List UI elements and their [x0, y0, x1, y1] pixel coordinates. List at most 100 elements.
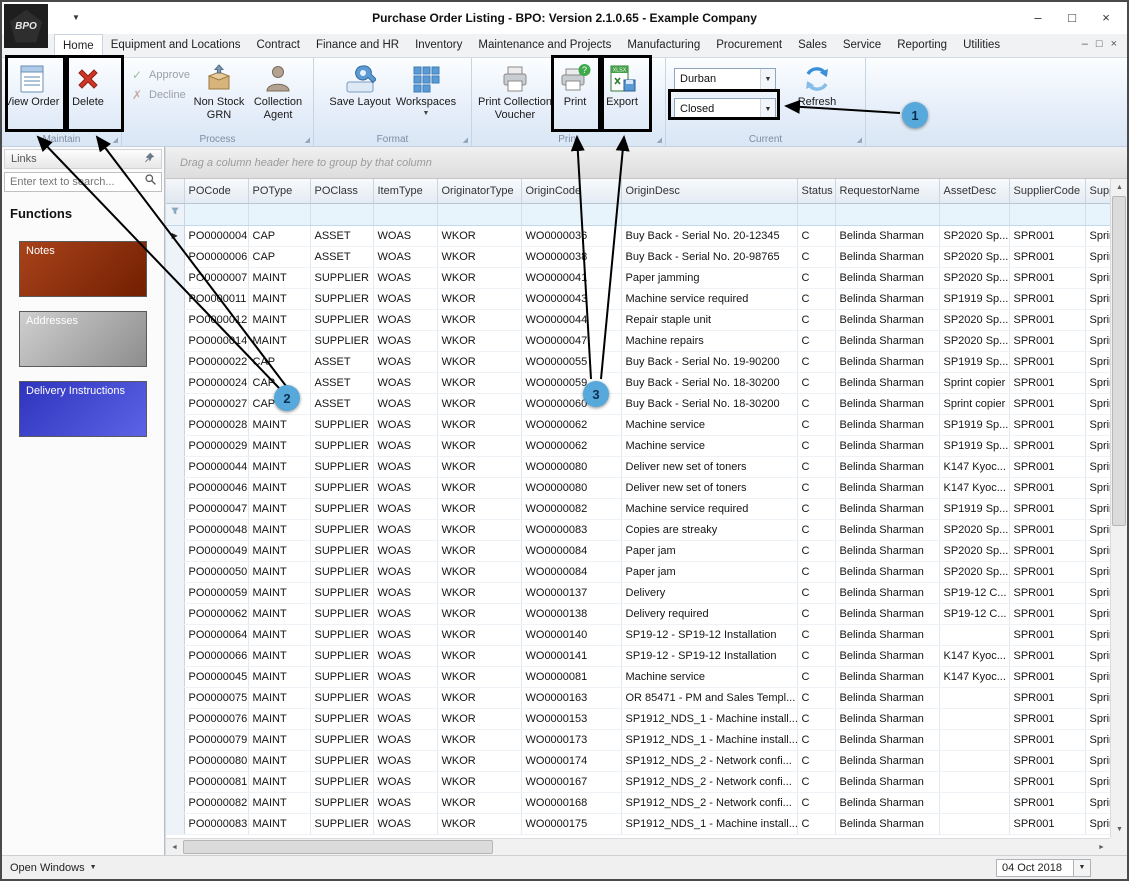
cell-pocode[interactable]: PO0000028 — [184, 414, 249, 436]
cell-requestorname[interactable]: Belinda Sharman — [835, 666, 940, 688]
table-row[interactable]: PO0000062 MAINT SUPPLIER WOAS WKOR WO0000138 D… — [166, 603, 1110, 625]
cell-itemtype[interactable]: WOAS — [373, 792, 438, 814]
table-row[interactable]: PO0000011 MAINT SUPPLIER WOAS WKOR WO0000043 M… — [166, 288, 1110, 310]
cell-potype[interactable]: MAINT — [248, 666, 311, 688]
cell-suppliercode[interactable]: SPR001 — [1009, 393, 1086, 415]
cell-poclass[interactable]: SUPPLIER — [310, 414, 374, 436]
open-windows-button[interactable]: Open Windows ▼ — [10, 862, 97, 874]
cell-origindesc[interactable]: Buy Back - Serial No. 20-98765 — [621, 246, 798, 268]
cell-suppliern[interactable]: Sprint — [1085, 477, 1110, 499]
cell-suppliercode[interactable]: SPR001 — [1009, 813, 1086, 835]
cell-origincode[interactable]: WO0000084 — [521, 561, 622, 583]
cell-pocode[interactable]: PO0000011 — [184, 288, 249, 310]
tab-home[interactable]: Home — [54, 34, 103, 58]
cell-pocode[interactable]: PO0000014 — [184, 330, 249, 352]
cell-status[interactable]: C — [797, 267, 836, 289]
cell-assetdesc[interactable]: K147 Kyoc... — [939, 645, 1010, 667]
cell-potype[interactable]: MAINT — [248, 687, 311, 709]
cell-originatortype[interactable]: WKOR — [437, 309, 522, 331]
minimize-button[interactable]: – — [1023, 6, 1053, 28]
table-row[interactable]: PO0000027 CAP ASSET WOAS WKOR WO0000060 Buy Ba… — [166, 393, 1110, 415]
group-by-bar[interactable]: Drag a column header here to group by th… — [166, 147, 1127, 179]
cell-origindesc[interactable]: SP1912_NDS_1 - Machine install... — [621, 708, 798, 730]
cell-suppliercode[interactable]: SPR001 — [1009, 771, 1086, 793]
table-row[interactable]: PO0000044 MAINT SUPPLIER WOAS WKOR WO0000080 D… — [166, 456, 1110, 478]
cell-origincode[interactable]: WO0000044 — [521, 309, 622, 331]
cell-status[interactable]: C — [797, 687, 836, 709]
cell-pocode[interactable]: PO0000007 — [184, 267, 249, 289]
column-header-suppliern[interactable]: SupplierN — [1085, 179, 1110, 204]
column-header-originatortype[interactable]: OriginatorType — [437, 179, 522, 204]
cell-origindesc[interactable]: Machine service — [621, 435, 798, 457]
cell-origindesc[interactable]: Deliver new set of toners — [621, 477, 798, 499]
dialog-launcher-icon[interactable]: ◢ — [657, 136, 662, 144]
table-row[interactable]: PO0000076 MAINT SUPPLIER WOAS WKOR WO0000153 S… — [166, 708, 1110, 730]
filter-cell-requestorname[interactable] — [835, 203, 940, 226]
cell-origincode[interactable]: WO0000080 — [521, 477, 622, 499]
cell-suppliercode[interactable]: SPR001 — [1009, 498, 1086, 520]
cell-suppliern[interactable]: Sprint — [1085, 561, 1110, 583]
cell-potype[interactable]: MAINT — [248, 477, 311, 499]
cell-originatortype[interactable]: WKOR — [437, 750, 522, 772]
cell-suppliern[interactable]: Sprint — [1085, 225, 1110, 247]
cell-poclass[interactable]: SUPPLIER — [310, 624, 374, 646]
cell-requestorname[interactable]: Belinda Sharman — [835, 729, 940, 751]
cell-potype[interactable]: MAINT — [248, 288, 311, 310]
column-header-origincode[interactable]: OriginCode — [521, 179, 622, 204]
cell-status[interactable]: C — [797, 582, 836, 604]
cell-suppliern[interactable]: Sprint — [1085, 771, 1110, 793]
cell-status[interactable]: C — [797, 540, 836, 562]
cell-assetdesc[interactable]: Sprint copier — [939, 372, 1010, 394]
cell-poclass[interactable]: ASSET — [310, 225, 374, 247]
cell-poclass[interactable]: SUPPLIER — [310, 267, 374, 289]
cell-suppliern[interactable]: Sprint — [1085, 330, 1110, 352]
cell-itemtype[interactable]: WOAS — [373, 414, 438, 436]
cell-suppliern[interactable]: Sprint — [1085, 645, 1110, 667]
cell-requestorname[interactable]: Belinda Sharman — [835, 393, 940, 415]
cell-potype[interactable]: MAINT — [248, 498, 311, 520]
cell-suppliern[interactable]: Sprint — [1085, 309, 1110, 331]
chevron-down-icon[interactable]: ▼ — [760, 99, 775, 119]
cell-suppliercode[interactable]: SPR001 — [1009, 582, 1086, 604]
cell-suppliercode[interactable]: SPR001 — [1009, 456, 1086, 478]
cell-itemtype[interactable]: WOAS — [373, 813, 438, 835]
cell-origincode[interactable]: WO0000055 — [521, 351, 622, 373]
table-row[interactable]: PO0000029 MAINT SUPPLIER WOAS WKOR WO0000062 M… — [166, 435, 1110, 457]
cell-potype[interactable]: MAINT — [248, 813, 311, 835]
cell-assetdesc[interactable]: SP2020 Sp... — [939, 246, 1010, 268]
cell-requestorname[interactable]: Belinda Sharman — [835, 582, 940, 604]
cell-origindesc[interactable]: SP1912_NDS_2 - Network confi... — [621, 750, 798, 772]
cell-status[interactable]: C — [797, 288, 836, 310]
cell-assetdesc[interactable]: K147 Kyoc... — [939, 666, 1010, 688]
cell-poclass[interactable]: SUPPLIER — [310, 687, 374, 709]
cell-assetdesc[interactable]: K147 Kyoc... — [939, 477, 1010, 499]
cell-potype[interactable]: MAINT — [248, 582, 311, 604]
print-collection-voucher-button[interactable]: Print Collection Voucher — [478, 60, 552, 132]
horizontal-scroll-thumb[interactable] — [183, 840, 493, 854]
cell-requestorname[interactable]: Belinda Sharman — [835, 225, 940, 247]
table-row[interactable]: PO0000075 MAINT SUPPLIER WOAS WKOR WO0000163 O… — [166, 687, 1110, 709]
cell-origindesc[interactable]: Buy Back - Serial No. 18-30200 — [621, 372, 798, 394]
cell-assetdesc[interactable]: SP1919 Sp... — [939, 435, 1010, 457]
cell-suppliern[interactable]: Sprint — [1085, 456, 1110, 478]
cell-status[interactable]: C — [797, 771, 836, 793]
cell-suppliern[interactable]: Sprint — [1085, 498, 1110, 520]
cell-status[interactable]: C — [797, 435, 836, 457]
cell-originatortype[interactable]: WKOR — [437, 603, 522, 625]
collection-agent-button[interactable]: Collection Agent — [248, 60, 308, 132]
scroll-left-icon[interactable]: ◄ — [166, 839, 183, 856]
cell-originatortype[interactable]: WKOR — [437, 540, 522, 562]
cell-assetdesc[interactable] — [939, 708, 1010, 730]
cell-poclass[interactable]: SUPPLIER — [310, 498, 374, 520]
cell-originatortype[interactable]: WKOR — [437, 330, 522, 352]
cell-suppliern[interactable]: Sprint — [1085, 540, 1110, 562]
cell-suppliern[interactable]: Sprint — [1085, 687, 1110, 709]
cell-assetdesc[interactable]: SP2020 Sp... — [939, 519, 1010, 541]
cell-potype[interactable]: CAP — [248, 351, 311, 373]
cell-poclass[interactable]: SUPPLIER — [310, 750, 374, 772]
cell-itemtype[interactable]: WOAS — [373, 498, 438, 520]
cell-requestorname[interactable]: Belinda Sharman — [835, 246, 940, 268]
cell-origindesc[interactable]: Machine service required — [621, 498, 798, 520]
cell-origindesc[interactable]: Buy Back - Serial No. 19-90200 — [621, 351, 798, 373]
column-header-status[interactable]: Status — [797, 179, 836, 204]
